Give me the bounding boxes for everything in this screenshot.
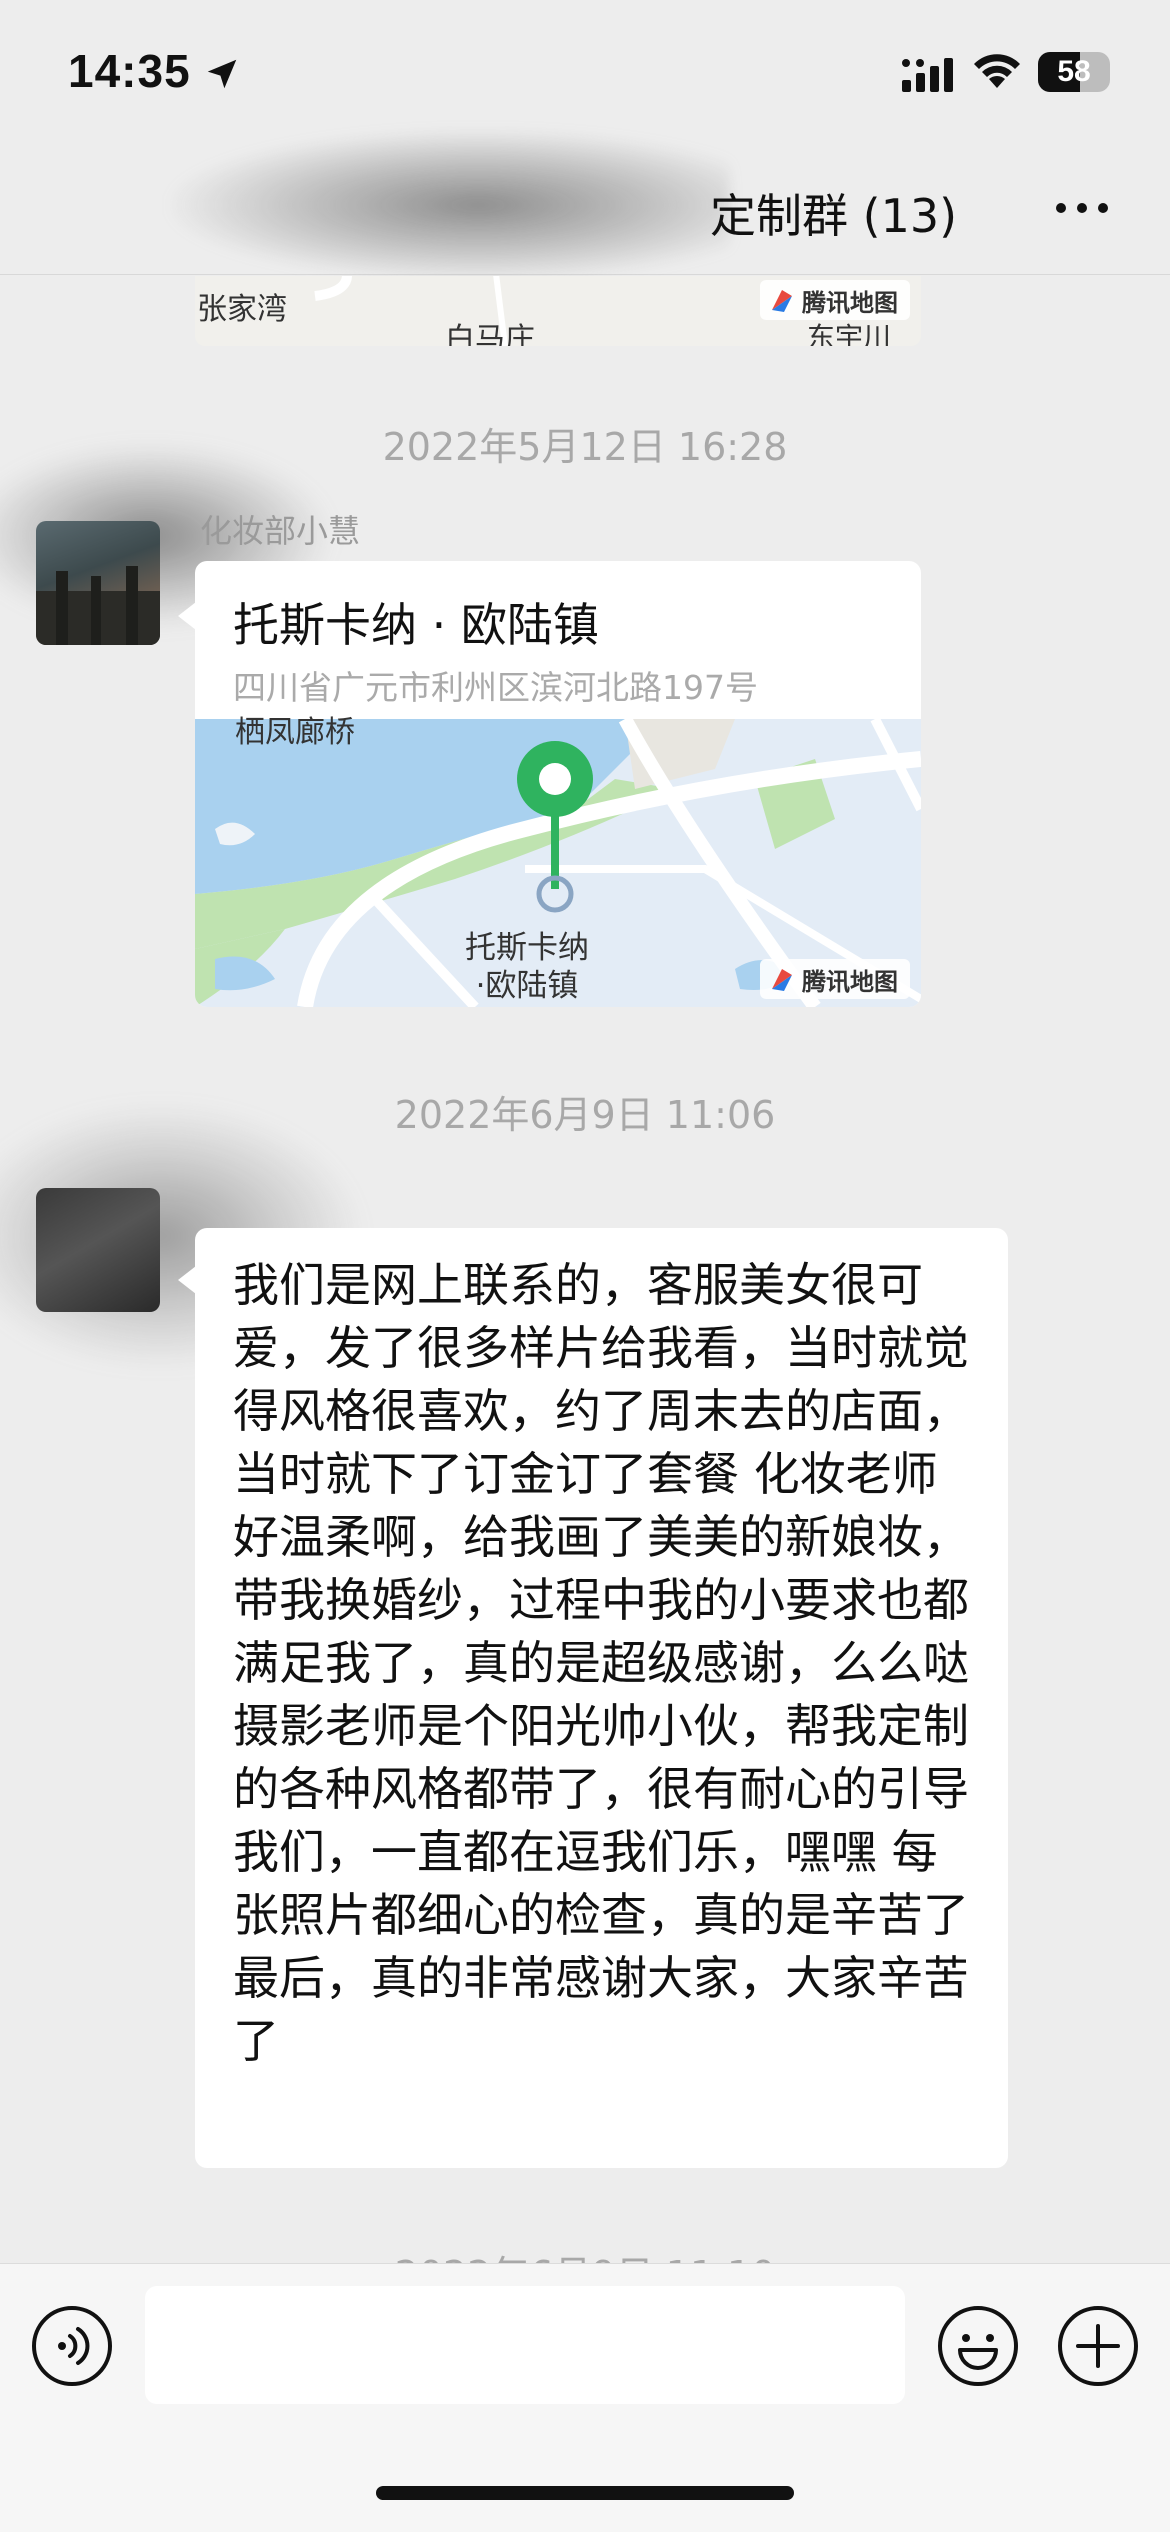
home-indicator[interactable] [376, 2486, 794, 2500]
text-message-bubble[interactable]: 我们是网上联系的，客服美女很可爱，发了很多样片给我看，当时就觉得风格很喜欢，约了… [195, 1228, 1008, 2168]
battery-level: 58 [1057, 55, 1091, 88]
status-bar: 14:35 58 [0, 0, 1170, 150]
tencent-map-label: 腾讯地图 [802, 288, 898, 317]
avatar[interactable] [36, 1188, 160, 1312]
location-address: 四川省广元市利州区滨河北路197号 [233, 668, 758, 707]
wifi-icon [974, 54, 1020, 88]
map-pin-label: 托斯卡纳 ·欧陆镇 [465, 929, 589, 1005]
plus-icon[interactable] [1056, 2304, 1140, 2388]
message-text: 我们是网上联系的，客服美女很可爱，发了很多样片给我看，当时就觉得风格很喜欢，约了… [233, 1258, 984, 2068]
location-message-bubble[interactable]: 托斯卡纳 · 欧陆镇 四川省广元市利州区滨河北路197号 栖凤廊桥 托斯卡纳 ·… [195, 561, 921, 1007]
status-time: 14:35 [68, 45, 191, 97]
map-label: 张家湾 [197, 292, 287, 327]
tencent-map-badge: 腾讯地图 [760, 280, 910, 320]
map-label: 栖凤廊桥 [235, 715, 355, 750]
location-map[interactable]: 栖凤廊桥 托斯卡纳 ·欧陆镇 腾讯地图 [195, 715, 921, 1007]
more-dots-icon[interactable] [1052, 194, 1112, 222]
location-arrow-icon [207, 59, 237, 89]
chat-title[interactable]: 定制群 (13) [710, 180, 957, 246]
tencent-map-logo-icon [772, 290, 792, 312]
message-input[interactable] [145, 2286, 905, 2404]
chat-area[interactable]: 张家湾 白马庄 东宇川 腾讯地图 2022年5月12日 16:28 化妆部小慧 … [0, 276, 1170, 2263]
map-label: 东宇川 [807, 321, 892, 346]
voice-icon[interactable] [30, 2304, 114, 2388]
tencent-map-logo-icon [772, 969, 792, 991]
sender-name: 化妆部小慧 [200, 512, 361, 550]
location-title: 托斯卡纳 · 欧陆镇 [233, 598, 599, 652]
battery-icon: 58 [1038, 52, 1110, 92]
message-timestamp: 2022年6月9日 11:10 [0, 2244, 1170, 2263]
tencent-map-label: 腾讯地图 [802, 967, 898, 996]
map-pin-label-line: ·欧陆镇 [475, 968, 579, 1004]
map-pin-label-line: 托斯卡纳 [465, 930, 589, 966]
cellular-signal-icon [902, 58, 953, 92]
emoji-icon[interactable] [936, 2304, 1020, 2388]
previous-location-map[interactable]: 张家湾 白马庄 东宇川 腾讯地图 [195, 276, 921, 346]
avatar[interactable] [36, 521, 160, 645]
redaction-smudge [170, 130, 730, 280]
tencent-map-badge: 腾讯地图 [760, 959, 910, 999]
map-label: 白马庄 [445, 322, 535, 346]
avatar-image [36, 566, 160, 645]
bubble-tail [178, 602, 196, 630]
bubble-tail [178, 1266, 196, 1294]
chat-header: 定制群 (13) [0, 130, 1170, 280]
